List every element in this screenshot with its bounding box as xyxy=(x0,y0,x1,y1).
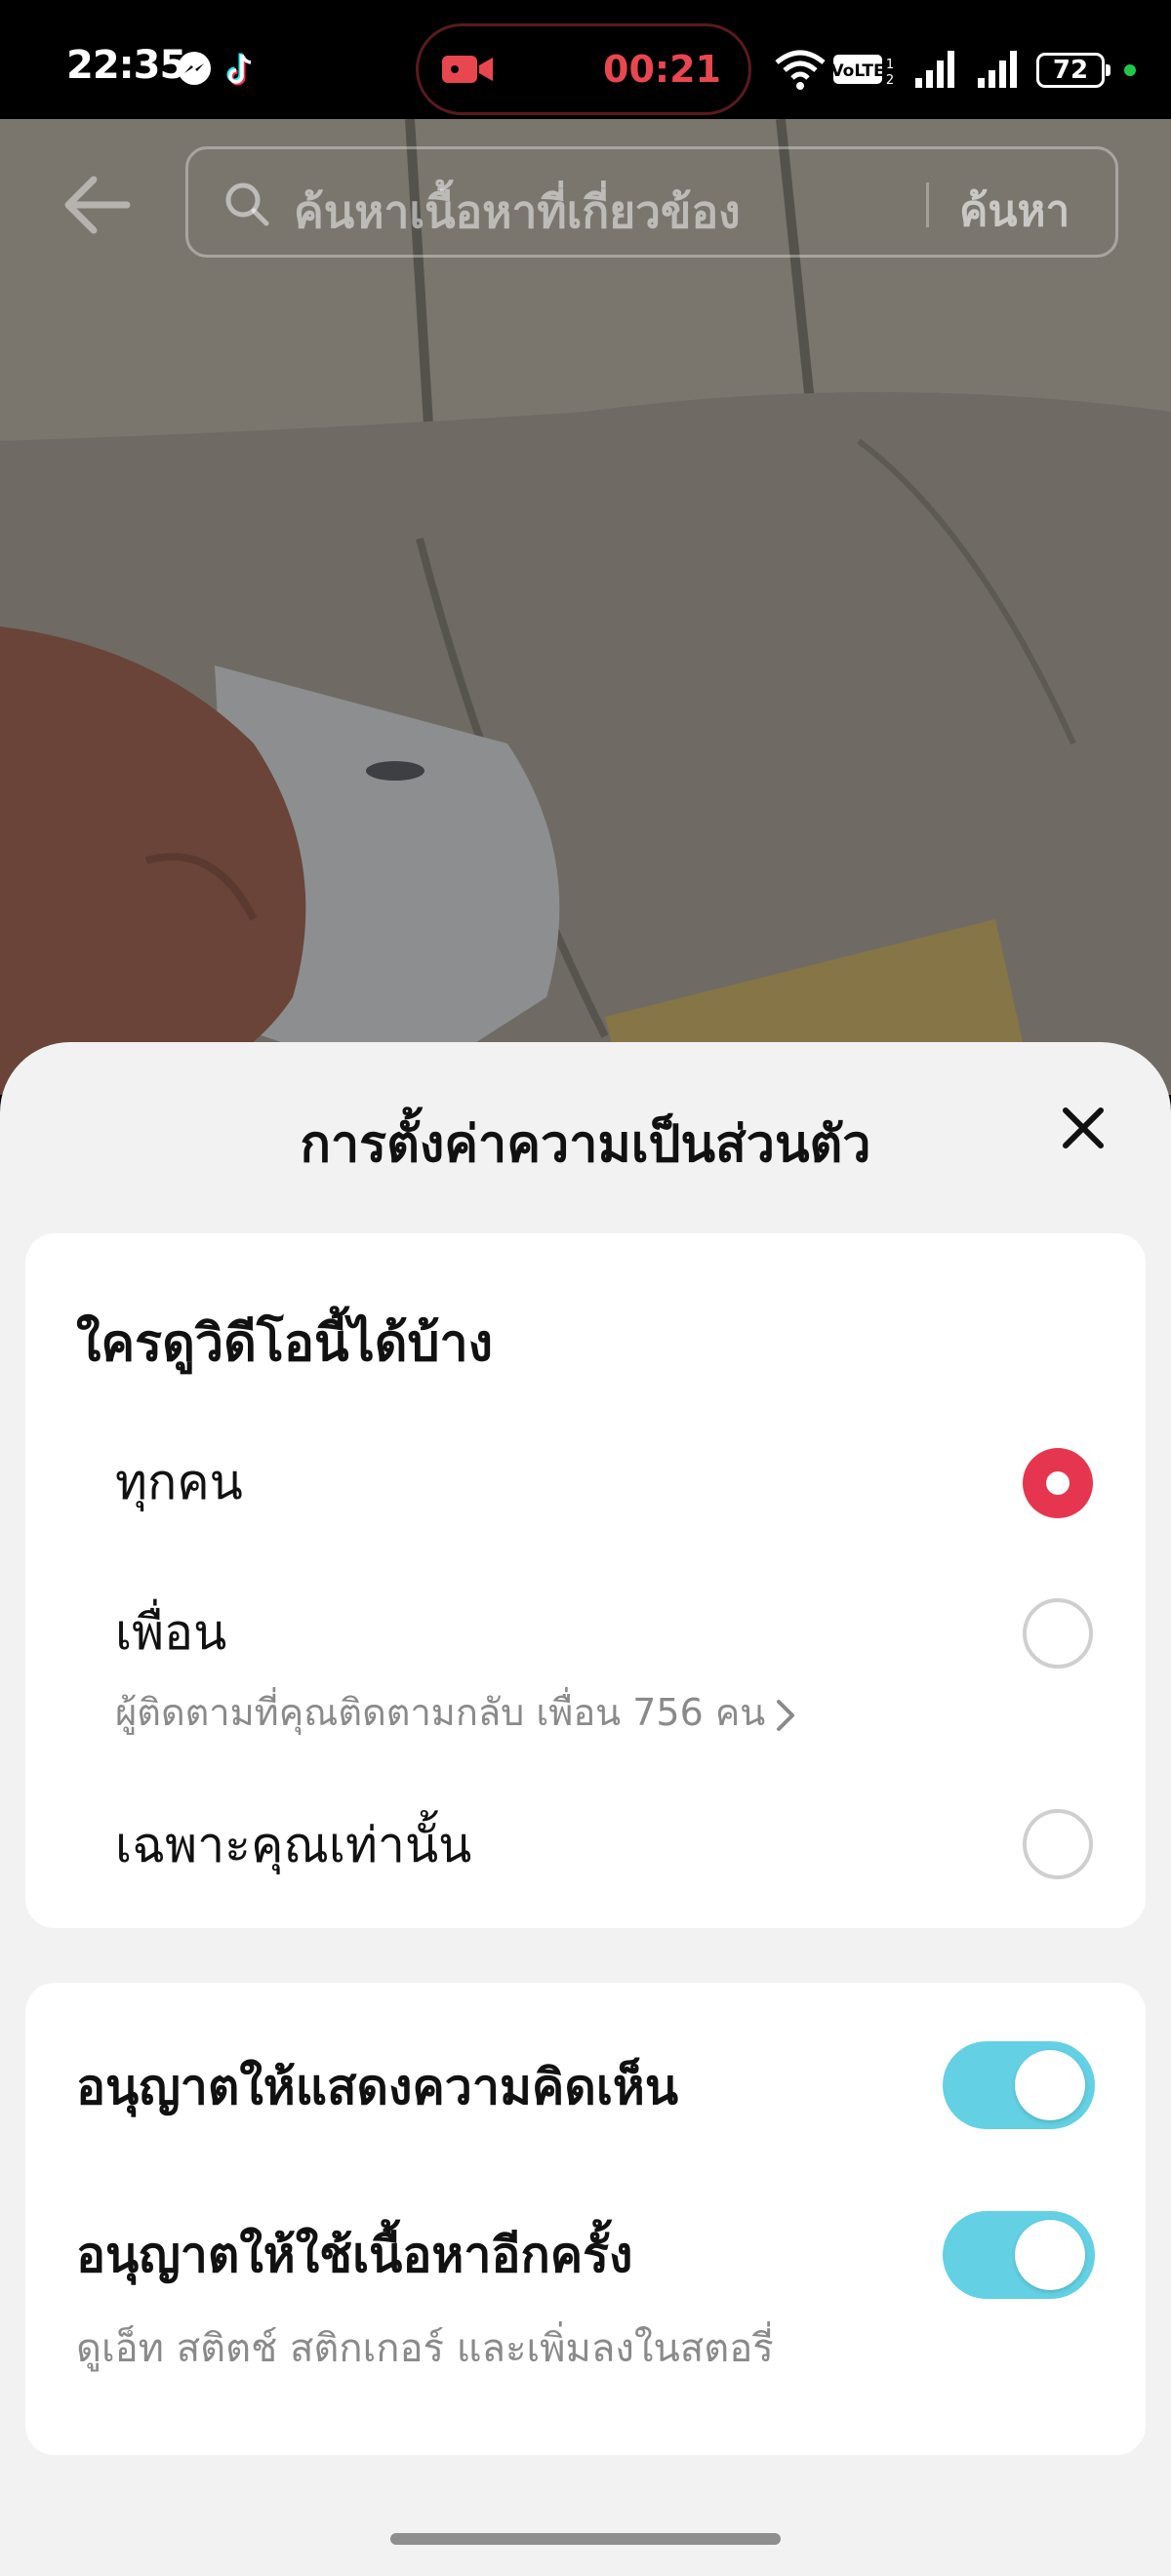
back-arrow-icon[interactable] xyxy=(59,166,137,244)
battery-icon: 72 xyxy=(1036,53,1110,88)
wifi-icon xyxy=(775,50,826,90)
privacy-settings-sheet: การตั้งค่าความเป็นส่วนตัว ใครดูวิดีโอนี้… xyxy=(0,1042,1171,2576)
option-label: เพื่อน xyxy=(115,1604,227,1661)
friends-count-link[interactable]: ผู้ติดตามที่คุณติดตามกลับ เพื่อน 756 คน xyxy=(115,1682,796,1742)
signal-icon xyxy=(915,51,954,88)
radio-button[interactable] xyxy=(1023,1598,1093,1669)
permissions-card: อนุญาตให้แสดงความคิดเห็น อนุญาตให้ใช้เนื… xyxy=(25,1983,1146,2455)
search-button[interactable]: ค้นหา xyxy=(959,177,1070,245)
home-indicator[interactable] xyxy=(390,2533,781,2545)
allow-reuse-toggle[interactable] xyxy=(943,2211,1095,2299)
option-label: ทุกคน xyxy=(115,1454,243,1510)
allow-reuse-sublabel: ดูเอ็ท สติตช์ สติกเกอร์ และเพิ่มลงในสตอร… xyxy=(76,2326,774,2371)
recording-timer: 00:21 xyxy=(603,48,721,91)
search-input[interactable]: ค้นหาเนื้อหาที่เกี่ยวข้อง xyxy=(294,177,741,248)
status-time: 22:35 xyxy=(66,43,186,88)
sheet-title: การตั้งค่าความเป็นส่วนตัว xyxy=(300,1115,871,1174)
visibility-option-only-you[interactable]: เฉพาะคุณเท่านั้น xyxy=(25,1790,1146,1907)
video-background xyxy=(0,119,1171,1095)
radio-button-selected[interactable] xyxy=(1023,1448,1093,1518)
status-bar: 22:35 00:21 VoLTE 1 2 72 xyxy=(0,0,1171,119)
screen-recording-indicator[interactable]: 00:21 xyxy=(416,23,751,115)
volte-icon: VoLTE 1 2 xyxy=(831,55,894,88)
svg-text:1: 1 xyxy=(886,58,894,72)
search-icon xyxy=(225,182,269,226)
visibility-option-everyone[interactable]: ทุกคน xyxy=(25,1429,1146,1546)
signal-icon xyxy=(978,51,1017,88)
chevron-right-icon xyxy=(777,1699,795,1731)
search-divider xyxy=(926,182,929,227)
visibility-card: ใครดูวิดีโอนี้ได้บ้าง ทุกคน เพื่อน ผู้ติ… xyxy=(25,1233,1146,1928)
toggle-knob xyxy=(1015,2220,1085,2290)
search-bar[interactable]: ค้นหาเนื้อหาที่เกี่ยวข้อง ค้นหา xyxy=(185,146,1118,258)
allow-comments-toggle[interactable] xyxy=(943,2041,1095,2129)
visibility-heading: ใครดูวิดีโอนี้ได้บ้าง xyxy=(76,1314,494,1373)
messenger-icon xyxy=(178,52,211,85)
toggle-knob xyxy=(1015,2050,1085,2120)
allow-comments-label: อนุญาตให้แสดงความคิดเห็น xyxy=(76,2059,679,2115)
friends-sublabel: ผู้ติดตามที่คุณติดตามกลับ เพื่อน 756 คน xyxy=(115,1691,766,1734)
volte-label: VoLTE xyxy=(831,61,885,81)
option-label: เฉพาะคุณเท่านั้น xyxy=(115,1817,472,1873)
privacy-indicator-dot xyxy=(1124,64,1136,76)
tiktok-icon xyxy=(226,53,252,86)
radio-button[interactable] xyxy=(1023,1809,1093,1879)
close-icon[interactable] xyxy=(1054,1099,1112,1157)
visibility-option-friends[interactable]: เพื่อน ผู้ติดตามที่คุณติดตามกลับ เพื่อน … xyxy=(25,1575,1146,1770)
allow-reuse-label: อนุญาตให้ใช้เนื้อหาอีกครั้ง xyxy=(76,2227,633,2283)
svg-text:2: 2 xyxy=(886,73,894,88)
video-camera-icon xyxy=(442,56,493,83)
battery-level: 72 xyxy=(1052,56,1089,85)
